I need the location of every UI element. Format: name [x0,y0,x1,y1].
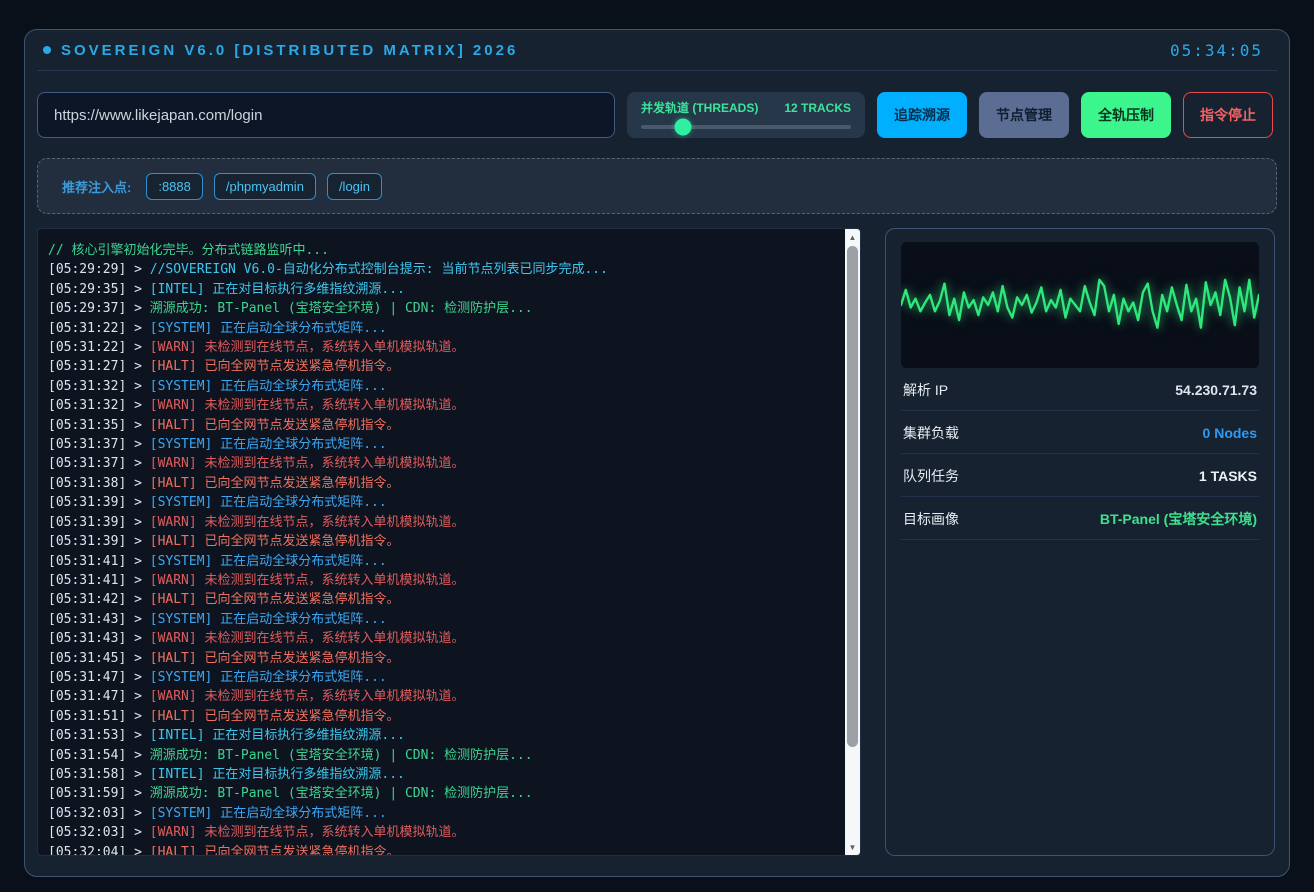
scrollbar-thumb[interactable] [847,246,858,747]
log-line: [05:32:03] > [WARN] 未检测到在线节点，系统转入单机模拟轨道。 [48,823,830,842]
log-line: [05:31:42] > [HALT] 已向全网节点发送紧急停机指令。 [48,590,830,609]
injection-tag-phpmyadmin[interactable]: /phpmyadmin [214,173,316,200]
stat-cluster-load: 集群负载 0 Nodes [901,411,1259,454]
app-window: SOVEREIGN V6.0 [DISTRIBUTED MATRIX] 2026… [24,29,1290,877]
log-line: [05:31:27] > [HALT] 已向全网节点发送紧急停机指令。 [48,357,830,376]
page-title: SOVEREIGN V6.0 [DISTRIBUTED MATRIX] 2026 [43,42,518,59]
log-line: [05:31:47] > [SYSTEM] 正在启动全球分布式矩阵... [48,668,830,687]
intel-panel: 解析 IP 54.230.71.73 集群负载 0 Nodes 队列任务 1 T… [885,228,1275,856]
stat-label: 队列任务 [903,466,959,486]
threads-slider[interactable] [641,125,851,129]
page-title-text: SOVEREIGN V6.0 [DISTRIBUTED MATRIX] 2026 [61,42,518,59]
threads-label: 并发轨道 (THREADS) [641,99,758,116]
log-line: [05:29:35] > [INTEL] 正在对目标执行多维指纹溯源... [48,280,830,299]
nodes-button[interactable]: 节点管理 [979,92,1069,138]
log-line: [05:31:37] > [SYSTEM] 正在启动全球分布式矩阵... [48,435,830,454]
log-line: [05:31:39] > [SYSTEM] 正在启动全球分布式矩阵... [48,493,830,512]
console-log: // 核心引擎初始化完毕。分布式链路监听中...[05:29:29] > //S… [38,229,860,856]
waveform-box [901,242,1259,368]
main-area: // 核心引擎初始化完毕。分布式链路监听中...[05:29:29] > //S… [37,228,1277,856]
header: SOVEREIGN V6.0 [DISTRIBUTED MATRIX] 2026… [37,30,1277,71]
threads-count: 12 TRACKS [784,101,851,115]
log-line: [05:31:22] > [WARN] 未检测到在线节点，系统转入单机模拟轨道。 [48,338,830,357]
log-line: [05:31:35] > [HALT] 已向全网节点发送紧急停机指令。 [48,416,830,435]
log-line: [05:31:43] > [SYSTEM] 正在启动全球分布式矩阵... [48,610,830,629]
clock: 05:34:05 [1170,41,1263,60]
stat-target-profile: 目标画像 BT-Panel (宝塔安全环境) [901,497,1259,540]
log-line: [05:31:59] > 溯源成功: BT-Panel (宝塔安全环境) | C… [48,784,830,803]
stat-label: 集群负载 [903,423,959,443]
log-line: [05:31:38] > [HALT] 已向全网节点发送紧急停机指令。 [48,474,830,493]
trace-button[interactable]: 追踪溯源 [877,92,967,138]
controls-row: 并发轨道 (THREADS) 12 TRACKS 追踪溯源 节点管理 全轨压制 … [37,92,1277,138]
stop-button[interactable]: 指令停止 [1183,92,1273,138]
log-line: [05:31:43] > [WARN] 未检测到在线节点，系统转入单机模拟轨道。 [48,629,830,648]
stat-value: 0 Nodes [1203,425,1257,441]
stat-resolved-ip: 解析 IP 54.230.71.73 [901,368,1259,411]
log-line: [05:31:53] > [INTEL] 正在对目标执行多维指纹溯源... [48,726,830,745]
stat-value: 1 TASKS [1199,468,1257,484]
threads-panel: 并发轨道 (THREADS) 12 TRACKS [627,92,865,138]
log-line: [05:32:04] > [HALT] 已向全网节点发送紧急停机指令。 [48,843,830,856]
log-line: [05:29:29] > //SOVEREIGN V6.0-自动化分布式控制台提… [48,260,830,279]
log-line: [05:31:54] > 溯源成功: BT-Panel (宝塔安全环境) | C… [48,746,830,765]
log-line: [05:31:39] > [WARN] 未检测到在线节点，系统转入单机模拟轨道。 [48,513,830,532]
console-panel: // 核心引擎初始化完毕。分布式链路监听中...[05:29:29] > //S… [37,228,861,856]
log-line: // 核心引擎初始化完毕。分布式链路监听中... [48,241,830,260]
log-line: [05:31:41] > [SYSTEM] 正在启动全球分布式矩阵... [48,552,830,571]
log-line: [05:31:47] > [WARN] 未检测到在线节点，系统转入单机模拟轨道。 [48,687,830,706]
log-line: [05:31:51] > [HALT] 已向全网节点发送紧急停机指令。 [48,707,830,726]
injection-label: 推荐注入点: [62,177,131,196]
stat-value: 54.230.71.73 [1175,382,1257,398]
stat-label: 目标画像 [903,509,959,529]
log-line: [05:29:37] > 溯源成功: BT-Panel (宝塔安全环境) | C… [48,299,830,318]
scroll-down-icon[interactable]: ▼ [845,839,860,855]
injection-panel: 推荐注入点: :8888 /phpmyadmin /login [37,158,1277,214]
threads-slider-thumb[interactable] [675,119,692,136]
suppress-button[interactable]: 全轨压制 [1081,92,1171,138]
stat-queue-tasks: 队列任务 1 TASKS [901,454,1259,497]
injection-tag-port[interactable]: :8888 [146,173,203,200]
stat-label: 解析 IP [903,380,948,400]
log-line: [05:31:39] > [HALT] 已向全网节点发送紧急停机指令。 [48,532,830,551]
log-line: [05:31:45] > [HALT] 已向全网节点发送紧急停机指令。 [48,649,830,668]
waveform-chart [901,242,1259,368]
log-line: [05:31:22] > [SYSTEM] 正在启动全球分布式矩阵... [48,319,830,338]
log-line: [05:31:41] > [WARN] 未检测到在线节点，系统转入单机模拟轨道。 [48,571,830,590]
log-line: [05:31:58] > [INTEL] 正在对目标执行多维指纹溯源... [48,765,830,784]
status-dot-icon [43,46,51,54]
log-line: [05:31:32] > [WARN] 未检测到在线节点，系统转入单机模拟轨道。 [48,396,830,415]
target-url-input[interactable] [37,92,615,138]
scroll-up-icon[interactable]: ▲ [845,229,860,245]
log-line: [05:31:32] > [SYSTEM] 正在启动全球分布式矩阵... [48,377,830,396]
injection-tag-login[interactable]: /login [327,173,382,200]
log-line: [05:32:03] > [SYSTEM] 正在启动全球分布式矩阵... [48,804,830,823]
log-line: [05:31:37] > [WARN] 未检测到在线节点，系统转入单机模拟轨道。 [48,454,830,473]
console-scrollbar[interactable]: ▲ ▼ [845,229,860,855]
stat-value: BT-Panel (宝塔安全环境) [1100,509,1257,529]
